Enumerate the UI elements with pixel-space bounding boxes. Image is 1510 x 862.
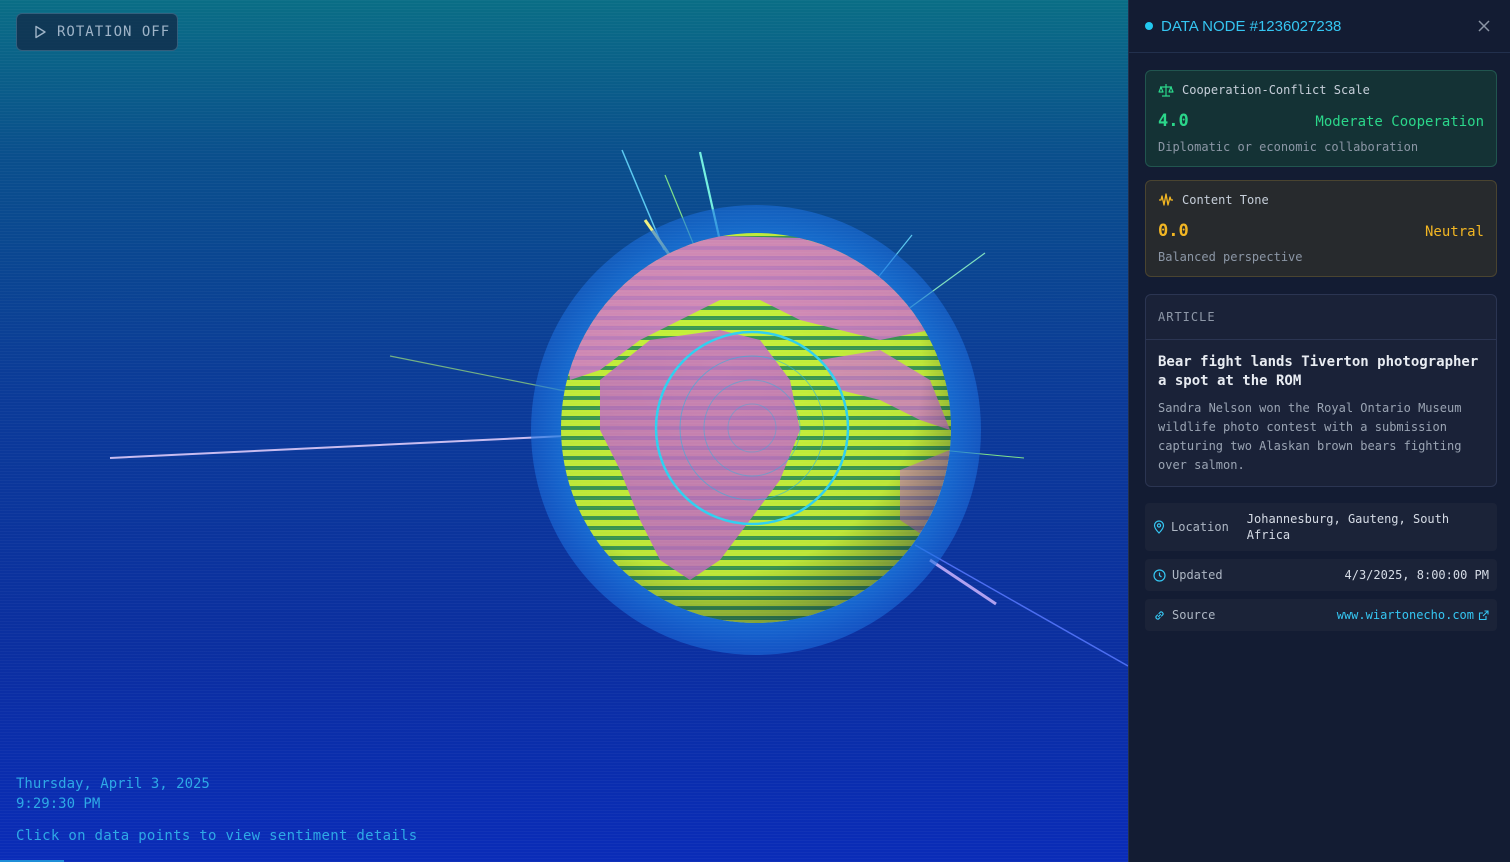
cooperation-value: 4.0	[1158, 111, 1189, 131]
tone-label: Content Tone	[1182, 193, 1269, 207]
article-title: Bear fight lands Tiverton photographer a…	[1158, 354, 1479, 389]
rotation-toggle-label: ROTATION OFF	[57, 24, 171, 40]
data-node-panel: DATA NODE #1236027238 Cooperation-Confli…	[1128, 0, 1510, 862]
close-icon	[1478, 20, 1490, 32]
source-row: Source www.wiartonecho.com	[1145, 599, 1497, 631]
source-label: Source	[1172, 608, 1216, 622]
tone-card: Content Tone 0.0 Neutral Balanced perspe…	[1145, 180, 1497, 277]
article-card: ARTICLE Bear fight lands Tiverton photog…	[1145, 294, 1497, 487]
updated-value: 4/3/2025, 8:00:00 PM	[1344, 568, 1490, 582]
location-value: Johannesburg, Gauteng, South Africa	[1246, 512, 1450, 542]
timestamp-footer: Thursday, April 3, 2025 9:29:30 PM Click…	[16, 774, 418, 846]
status-dot	[1145, 22, 1153, 30]
location-label: Location	[1171, 520, 1229, 534]
article-section-label: ARTICLE	[1146, 295, 1496, 340]
close-button[interactable]	[1474, 16, 1494, 36]
tone-description: Balanced perspective	[1158, 250, 1303, 264]
scale-icon	[1158, 84, 1174, 97]
updated-label: Updated	[1172, 568, 1223, 582]
play-icon	[35, 25, 46, 39]
location-row: Location Johannesburg, Gauteng, South Af…	[1145, 503, 1497, 551]
link-icon	[1155, 610, 1164, 620]
tone-qualifier: Neutral	[1424, 224, 1484, 240]
current-date: Thursday, April 3, 2025	[16, 776, 210, 792]
source-url: www.wiartonecho.com	[1336, 608, 1474, 622]
globe-viewport[interactable]: ROTATION OFF Thursday, April 3, 2025 9:2…	[0, 0, 1128, 862]
tone-value: 0.0	[1158, 221, 1189, 241]
rotation-toggle-button[interactable]: ROTATION OFF	[16, 13, 178, 51]
cooperation-description: Diplomatic or economic collaboration	[1158, 140, 1419, 154]
source-link[interactable]: www.wiartonecho.com	[1337, 608, 1489, 622]
interaction-hint: Click on data points to view sentiment d…	[16, 828, 418, 844]
panel-header: DATA NODE #1236027238	[1129, 0, 1510, 53]
globe-visualization[interactable]	[0, 0, 1128, 862]
cooperation-card: Cooperation-Conflict Scale 4.0 Moderate …	[1145, 70, 1497, 167]
node-title: DATA NODE #1236027238	[1161, 17, 1342, 35]
article-body: Sandra Nelson won the Royal Ontario Muse…	[1158, 401, 1462, 472]
clock-icon	[1153, 568, 1166, 582]
external-link-icon	[1478, 609, 1489, 620]
updated-row: Updated 4/3/2025, 8:00:00 PM	[1145, 559, 1497, 591]
map-pin-icon	[1153, 520, 1165, 534]
current-time: 9:29:30 PM	[16, 796, 101, 812]
cooperation-qualifier: Moderate Cooperation	[1315, 114, 1484, 130]
cooperation-label: Cooperation-Conflict Scale	[1182, 83, 1370, 97]
waveform-icon	[1159, 193, 1173, 206]
